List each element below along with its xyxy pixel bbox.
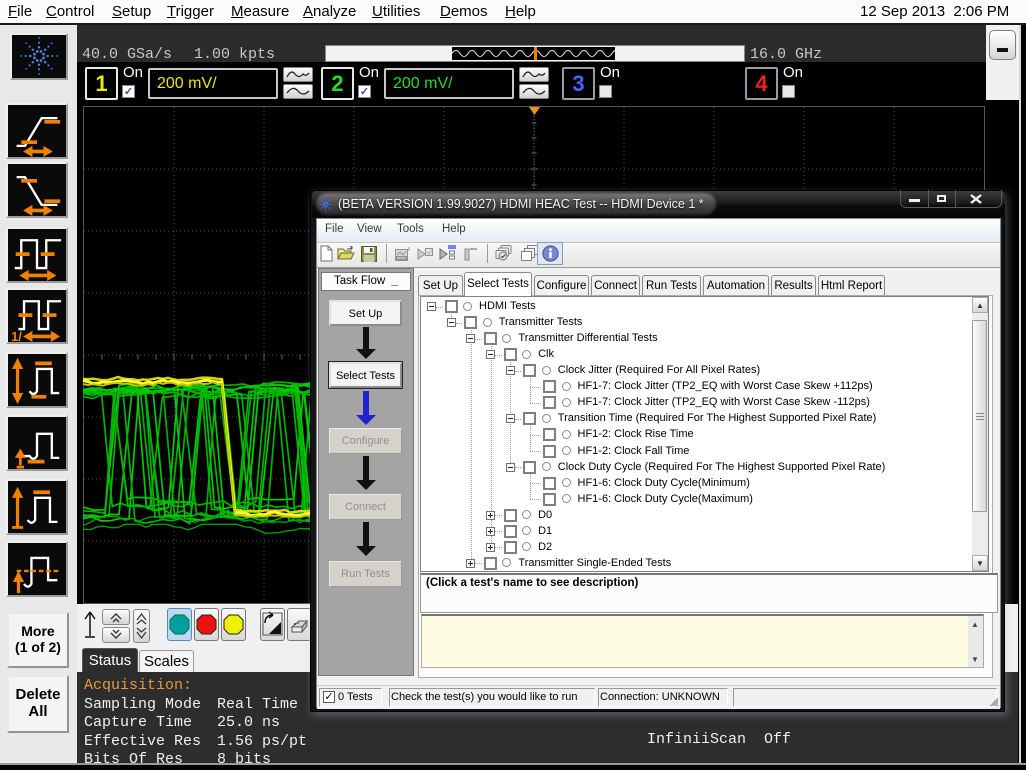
svg-text:1/: 1/ bbox=[11, 329, 22, 342]
